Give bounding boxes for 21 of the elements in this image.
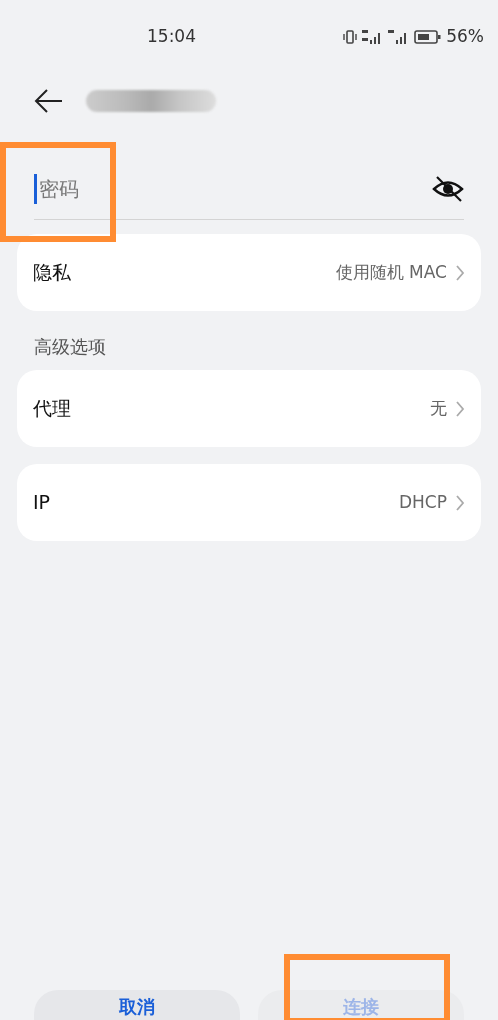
password-field[interactable]: 密码: [34, 173, 432, 204]
section-title: 高级选项: [34, 335, 107, 359]
row-value: DHCP: [399, 490, 447, 514]
status-time: 15:04: [147, 25, 196, 48]
row-label: 代理: [33, 396, 71, 422]
back-arrow-icon[interactable]: [34, 88, 64, 114]
battery-percent: 56%: [446, 25, 484, 48]
cancel-button[interactable]: 取消: [34, 990, 240, 1020]
chevron-right-icon: [455, 263, 465, 282]
settings-row[interactable]: 代理 无: [17, 370, 481, 447]
settings-row[interactable]: IP DHCP: [17, 464, 481, 541]
eye-hidden-icon[interactable]: [432, 174, 464, 203]
row-label: 隐私: [33, 260, 71, 286]
chevron-right-icon: [455, 493, 465, 512]
vibrate-icon: [342, 28, 359, 45]
chevron-right-icon: [455, 399, 465, 418]
row-value: 使用随机 MAC: [335, 260, 447, 284]
battery-icon: [414, 28, 443, 45]
settings-row[interactable]: 隐私 使用随机 MAC: [17, 234, 481, 311]
row-value: 无: [430, 396, 447, 420]
row-label: IP: [33, 490, 51, 516]
